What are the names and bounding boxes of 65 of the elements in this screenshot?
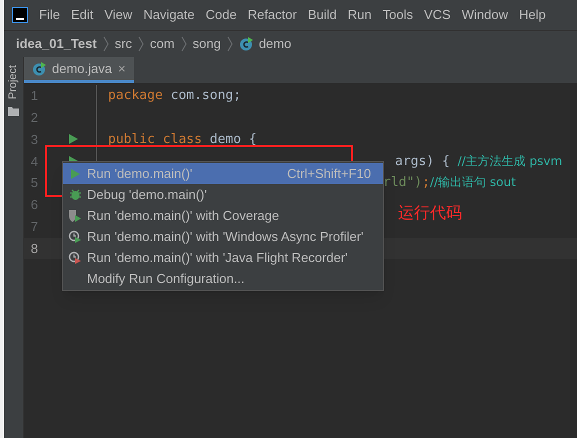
class-icon [238,37,253,51]
menu-item[interactable]: Code [206,5,237,25]
editor-tab[interactable]: demo.java × [24,57,134,83]
shield-run-icon [68,208,82,222]
code-text: //输出语句 sout [430,174,516,192]
line-number: 1 [30,87,38,106]
menu-item-label: Run 'demo.main()' with 'Windows Async Profiler' [87,228,365,246]
menu-item[interactable]: VCS [424,5,451,25]
chevron-icon [226,36,233,52]
menu-item[interactable]: File [39,5,60,25]
line-number: 6 [30,196,38,214]
chevron-icon [138,36,144,52]
menu-item[interactable]: Help [518,5,546,25]
menu-item-label: Run 'demo.main()' with Coverage [87,206,280,225]
breadcrumb-item[interactable]: song [192,34,221,54]
menu-item[interactable]: Edit [70,5,94,25]
line-number: 7 [30,218,38,236]
context-menu-item[interactable]: Run 'demo.main()' with Coverage [63,205,383,226]
code-text: public class [108,130,203,149]
chevron-icon [180,36,187,52]
line-number: 4 [30,152,38,171]
code-text: demo { [210,130,257,149]
close-icon[interactable]: × [118,58,126,78]
run-gutter-icon [67,133,79,146]
line-number: 3 [30,130,38,149]
context-menu-item[interactable]: Modify Run Configuration... [63,268,383,289]
line-number: 8 [30,240,38,258]
code-text: com.song; [170,87,242,106]
menu-item-label: Run 'demo.main()' with 'Java Flight Recorder' [87,248,349,267]
menu-item-label: Run 'demo.main()' [87,164,194,183]
clock-run-icon [68,230,82,244]
context-menu-item[interactable]: Run 'demo.main()' with 'Windows Async Profiler' [63,226,383,247]
bug-icon [68,188,82,201]
menu-item[interactable]: Navigate [143,5,195,25]
menu-item-label: Modify Run Configuration... [87,270,246,288]
run-icon [69,168,81,180]
folder-icon [8,107,19,116]
app-logo-icon [12,7,28,23]
tab-label: demo.java [52,60,112,78]
menu-item-label: Debug 'demo.main()' [87,186,208,204]
line-number: 5 [30,174,38,192]
code-text: package [108,87,164,106]
breadcrumb-item[interactable]: src [114,34,132,54]
code-text: rld") [383,174,422,192]
context-menu-item[interactable]: Run 'demo.main()' with 'Java Flight Recorder' [63,247,383,268]
project-tool-tab[interactable]: Project [8,65,19,100]
code-text: //主方法生成 psvm [458,152,562,170]
code-text: ; [422,174,430,192]
context-menu-item[interactable]: Debug 'demo.main()' [63,184,383,205]
code-text: args) { [395,152,451,171]
line-number: 2 [30,108,38,127]
breadcrumb-item[interactable]: com [150,34,175,54]
menu-item[interactable]: View [104,5,132,25]
menu-item[interactable]: Window [462,5,508,25]
class-icon [32,62,46,76]
menu-item[interactable]: Tools [382,5,413,25]
breadcrumb-item[interactable]: idea_01_Test [16,34,97,54]
chevron-icon [102,36,109,52]
breadcrumb-item[interactable]: demo [258,34,292,54]
menu-item[interactable]: Refactor [248,5,297,25]
menu-item[interactable]: Build [308,5,337,25]
clock-run-icon [68,250,82,264]
annotation-text: 运行代码 [398,204,462,224]
shortcut-text: Ctrl+Shift+F10 [287,164,371,183]
menu-item[interactable]: Run [348,5,372,25]
